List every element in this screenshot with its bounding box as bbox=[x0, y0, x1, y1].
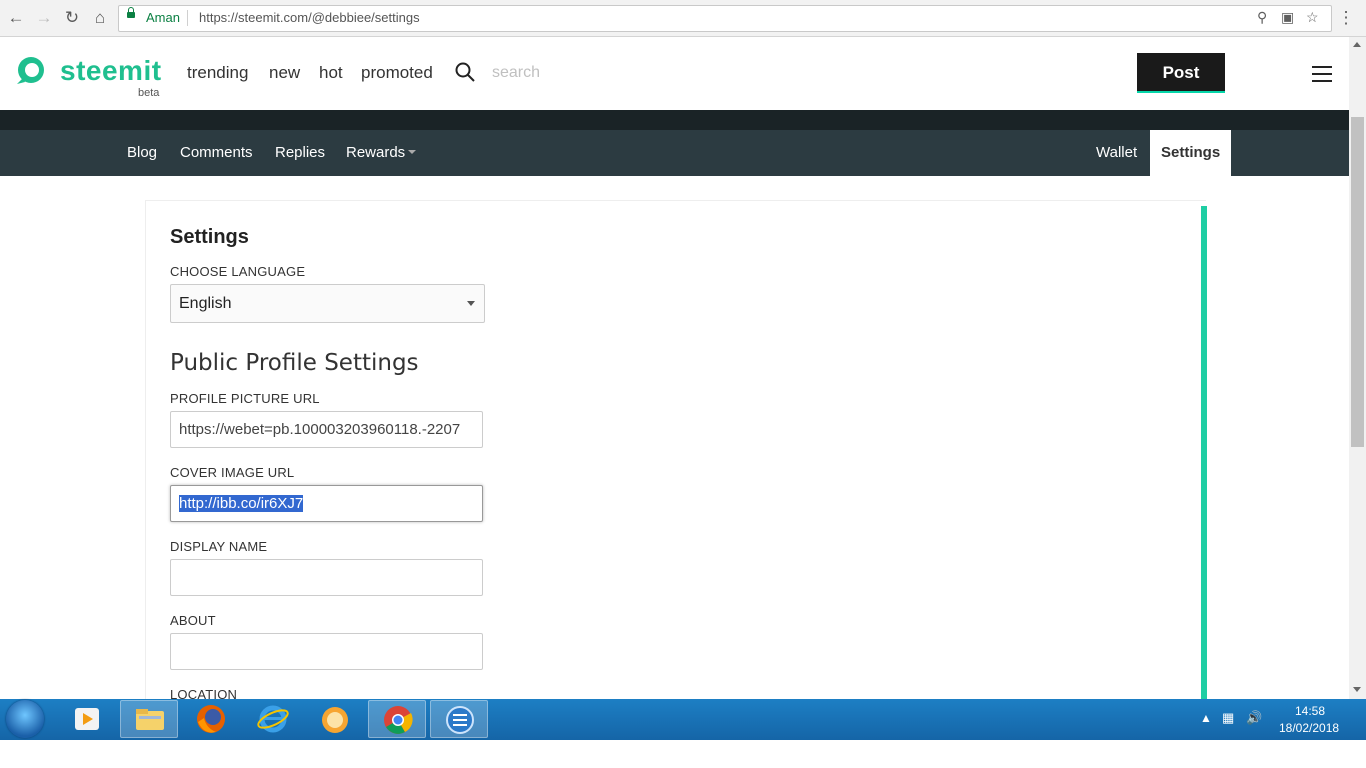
tab-blog[interactable]: Blog bbox=[127, 130, 157, 176]
profile-picture-url-field[interactable]: https://webet=pb.100003203960118.-2207 bbox=[170, 411, 483, 448]
volume-icon[interactable]: 🔊 bbox=[1246, 710, 1262, 726]
scroll-up-arrow-icon[interactable] bbox=[1353, 42, 1361, 47]
tab-comments[interactable]: Comments bbox=[180, 130, 253, 176]
language-label: CHOOSE LANGUAGE bbox=[170, 264, 306, 279]
bookmark-star-icon[interactable]: ☆ bbox=[1306, 9, 1319, 26]
network-icon[interactable]: ▦ bbox=[1222, 710, 1234, 726]
search-icon[interactable] bbox=[454, 61, 476, 83]
tab-replies[interactable]: Replies bbox=[275, 130, 325, 176]
page-title: Settings bbox=[170, 226, 249, 248]
nav-trending[interactable]: trending bbox=[187, 63, 248, 83]
tab-rewards-label: Rewards bbox=[346, 144, 406, 161]
cover-image-label: COVER IMAGE URL bbox=[170, 465, 295, 480]
screen-bottom-area bbox=[0, 740, 1366, 768]
steemit-logo-icon[interactable] bbox=[13, 54, 47, 88]
section-title: Public Profile Settings bbox=[170, 350, 419, 376]
address-bar[interactable]: Aman https://steemit.com/@debbiee/settin… bbox=[118, 5, 1332, 32]
back-arrow-icon[interactable]: ← bbox=[6, 8, 26, 28]
profile-tab-bar: Blog Comments Replies Rewards Wallet Set… bbox=[0, 130, 1349, 176]
internet-explorer-icon[interactable] bbox=[244, 700, 302, 738]
logo-text[interactable]: steemit bbox=[60, 55, 162, 87]
key-icon[interactable]: ⚲ bbox=[1257, 9, 1267, 26]
lock-icon bbox=[127, 7, 135, 18]
post-button[interactable]: Post bbox=[1137, 53, 1225, 93]
about-label: ABOUT bbox=[170, 613, 216, 628]
address-divider bbox=[187, 10, 188, 26]
file-explorer-icon[interactable] bbox=[120, 700, 178, 738]
logo-beta-badge: beta bbox=[138, 87, 160, 99]
forward-arrow-icon[interactable]: → bbox=[34, 8, 54, 28]
clock-date[interactable]: 18/02/2018 bbox=[1279, 721, 1339, 735]
windows-taskbar: ▲ ▦ 🔊 14:58 18/02/2018 bbox=[0, 699, 1366, 740]
language-selected-value: English bbox=[179, 295, 232, 312]
firefox-icon[interactable] bbox=[182, 700, 240, 738]
profile-banner bbox=[0, 110, 1349, 130]
url-text[interactable]: https://steemit.com/@debbiee/settings bbox=[199, 10, 420, 25]
site-identity[interactable]: Aman bbox=[146, 10, 180, 25]
accent-bar bbox=[1201, 206, 1207, 700]
app-blue-icon[interactable] bbox=[430, 700, 488, 738]
display-name-label: DISPLAY NAME bbox=[170, 539, 268, 554]
tab-settings[interactable]: Settings bbox=[1150, 130, 1232, 176]
nav-new[interactable]: new bbox=[269, 63, 300, 83]
cover-image-url-value: http://ibb.co/ir6XJ7 bbox=[179, 495, 304, 512]
search-input[interactable] bbox=[490, 59, 694, 87]
clock-time[interactable]: 14:58 bbox=[1295, 704, 1325, 718]
nav-promoted[interactable]: promoted bbox=[361, 63, 433, 83]
tab-rewards[interactable]: Rewards bbox=[346, 130, 417, 176]
start-button[interactable] bbox=[6, 700, 44, 738]
browser-menu-icon[interactable]: ⋮ bbox=[1336, 8, 1356, 28]
scrollbar-thumb[interactable] bbox=[1351, 117, 1364, 447]
nav-hot[interactable]: hot bbox=[319, 63, 343, 83]
reload-icon[interactable]: ↻ bbox=[62, 8, 82, 28]
dropdown-arrow-icon bbox=[467, 301, 475, 306]
hamburger-menu-icon[interactable] bbox=[1312, 66, 1332, 82]
site-header: steemit beta trending new hot promoted P… bbox=[0, 37, 1349, 110]
page-scrollbar[interactable] bbox=[1349, 37, 1366, 700]
chrome-icon[interactable] bbox=[368, 700, 426, 738]
browser-toolbar: ← → ↻ ⌂ Aman https://steemit.com/@debbie… bbox=[0, 0, 1366, 37]
tray-expand-icon[interactable]: ▲ bbox=[1200, 711, 1212, 725]
profile-picture-label: PROFILE PICTURE URL bbox=[170, 391, 320, 406]
cover-image-url-field[interactable]: http://ibb.co/ir6XJ7 bbox=[170, 485, 483, 522]
about-field[interactable] bbox=[170, 633, 483, 670]
home-icon[interactable]: ⌂ bbox=[90, 8, 110, 28]
chevron-down-icon bbox=[408, 150, 417, 154]
display-name-field[interactable] bbox=[170, 559, 483, 596]
scroll-down-arrow-icon[interactable] bbox=[1353, 687, 1361, 692]
media-player-icon[interactable] bbox=[58, 700, 116, 738]
profile-picture-url-value: https://webet=pb.100003203960118.-2207 bbox=[179, 421, 461, 438]
language-select[interactable]: English bbox=[170, 284, 485, 323]
tab-wallet[interactable]: Wallet bbox=[1096, 130, 1137, 176]
translate-icon[interactable]: ▣ bbox=[1281, 9, 1294, 26]
app-orange-icon[interactable] bbox=[306, 700, 364, 738]
